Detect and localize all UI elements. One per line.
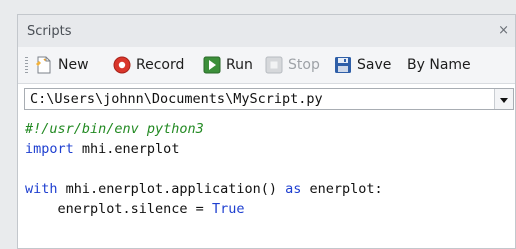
code-lines: #!/usr/bin/env python3 import mhi.enerplo… <box>25 119 383 219</box>
code-text: enerplot: <box>301 181 383 197</box>
stop-icon <box>265 56 283 74</box>
panel-title: Scripts <box>27 24 72 39</box>
code-keyword-with: with <box>25 181 58 197</box>
code-keyword-true: True <box>211 201 245 217</box>
panel-titlebar: Scripts × <box>18 15 515 48</box>
run-label: Run <box>226 57 253 73</box>
save-button[interactable]: Save <box>334 54 391 76</box>
scripts-panel: Scripts × New Record Run Stop Save By Na… <box>17 14 516 249</box>
by-name-button[interactable]: By Name <box>407 54 471 76</box>
code-editor[interactable]: #!/usr/bin/env python3 import mhi.enerplo… <box>18 115 515 248</box>
record-icon <box>113 56 131 74</box>
code-keyword-import: import <box>25 141 74 157</box>
code-text: mhi.enerplot <box>73 141 180 157</box>
code-text: mhi.enerplot.application() <box>57 181 286 197</box>
record-button[interactable]: Record <box>113 54 184 76</box>
record-label: Record <box>136 57 185 73</box>
code-line-4: with mhi.enerplot.application() as enerp… <box>25 179 383 199</box>
code-text: enerplot.silence = <box>25 201 212 217</box>
code-line-1: #!/usr/bin/env python3 <box>25 119 383 139</box>
script-path-select[interactable]: C:\Users\johnn\Documents\MyScript.py <box>24 88 514 110</box>
new-button[interactable]: New <box>35 54 89 76</box>
close-icon[interactable]: × <box>498 23 509 38</box>
chevron-down-icon[interactable] <box>494 89 513 109</box>
code-keyword-as: as <box>285 181 302 197</box>
save-label: Save <box>357 57 392 73</box>
new-label: New <box>58 57 89 73</box>
new-file-icon <box>36 56 51 74</box>
stop-button[interactable]: Stop <box>265 54 320 76</box>
run-button[interactable]: Run <box>203 54 253 76</box>
code-line-3: ​ <box>25 159 383 179</box>
script-path-value: C:\Users\johnn\Documents\MyScript.py <box>30 91 323 107</box>
run-icon <box>203 56 221 74</box>
code-comment: #!/usr/bin/env python3 <box>25 121 204 137</box>
toolbar-grip-icon[interactable] <box>25 57 28 73</box>
scripts-toolbar: New Record Run Stop Save By Name <box>18 47 515 84</box>
save-icon <box>335 57 351 73</box>
by-name-label: By Name <box>407 57 471 73</box>
code-line-5: enerplot.silence = True <box>25 199 383 219</box>
code-line-2: import mhi.enerplot <box>25 139 383 159</box>
stop-label: Stop <box>288 57 320 73</box>
